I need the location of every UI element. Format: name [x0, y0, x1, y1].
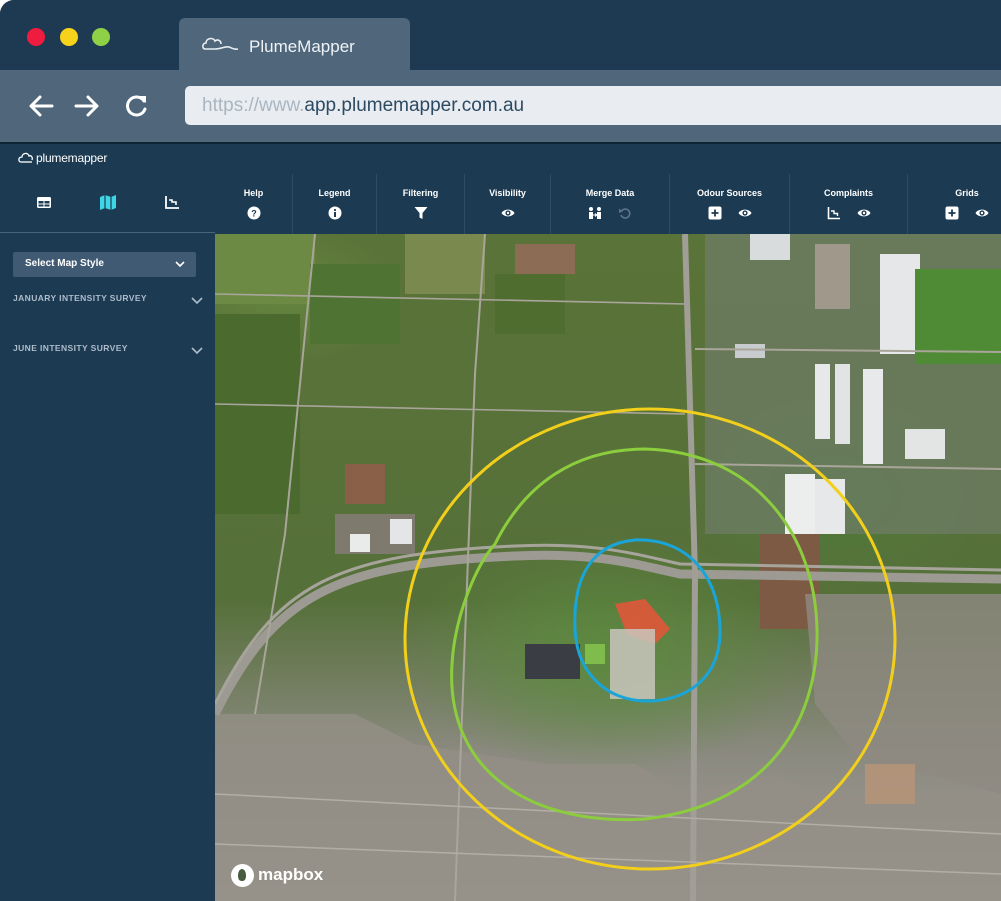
- building: [815, 244, 850, 309]
- building: [735, 344, 765, 358]
- minimize-window-button[interactable]: [60, 28, 78, 46]
- facility-building: [585, 644, 605, 664]
- app-header: plumemapper: [0, 144, 1001, 174]
- mapbox-logo-icon: [231, 864, 254, 887]
- building: [835, 364, 850, 444]
- field: [495, 274, 565, 334]
- merge-icon[interactable]: [588, 206, 602, 220]
- field: [405, 234, 485, 294]
- browser-tab[interactable]: PlumeMapper: [179, 18, 410, 70]
- url-text: https://www.app.plumemapper.com.au: [202, 95, 524, 117]
- tool-label: Odour Sources: [696, 188, 762, 198]
- solar-array: [525, 644, 580, 679]
- eye-icon[interactable]: [501, 206, 515, 220]
- sidebar: Select Map Style JANUARY INTENSITY SURVE…: [0, 174, 215, 901]
- building: [815, 479, 845, 534]
- info-icon[interactable]: [328, 206, 342, 220]
- tool-label: Visibility: [489, 188, 526, 198]
- survey-june[interactable]: JUNE INTENSITY SURVEY: [13, 343, 203, 363]
- help-icon[interactable]: ?: [247, 206, 261, 220]
- map-toolbar: Help ? Legend Filtering Visibility Merge…: [215, 174, 1001, 234]
- filter-icon[interactable]: [414, 206, 428, 220]
- svg-text:?: ?: [251, 209, 257, 219]
- close-window-button[interactable]: [27, 28, 45, 46]
- tool-grids: Grids: [908, 174, 1001, 234]
- browser-window: PlumeMapper https://www.app.plumemapper.…: [0, 0, 1001, 901]
- chevron-down-icon[interactable]: [191, 347, 203, 355]
- plume-cloud-icon: [202, 37, 239, 51]
- undo-icon[interactable]: [618, 206, 632, 220]
- tool-label: Complaints: [823, 188, 873, 198]
- survey-label: JANUARY INTENSITY SURVEY: [13, 293, 147, 303]
- survey-label: JUNE INTENSITY SURVEY: [13, 343, 128, 353]
- url-prefix: https://www.: [202, 95, 305, 116]
- survey-january[interactable]: JANUARY INTENSITY SURVEY: [13, 293, 203, 313]
- eye-icon[interactable]: [738, 206, 752, 220]
- field: [345, 464, 385, 504]
- eye-icon[interactable]: [975, 206, 989, 220]
- tool-label: Grids: [955, 188, 979, 198]
- add-icon[interactable]: [708, 206, 722, 220]
- building: [863, 369, 883, 464]
- tab-title: PlumeMapper: [249, 37, 355, 56]
- logo-text: plumemapper: [36, 151, 108, 165]
- tool-label: Filtering: [402, 188, 439, 198]
- field: [865, 764, 915, 804]
- tool-complaints: Complaints: [790, 174, 908, 234]
- tool-visibility: Visibility: [465, 174, 551, 234]
- building: [390, 519, 412, 544]
- table-icon[interactable]: [35, 193, 53, 211]
- field: [215, 314, 300, 514]
- map-icon[interactable]: [99, 193, 117, 211]
- chevron-down-icon: [175, 261, 185, 268]
- tool-filtering: Filtering: [377, 174, 465, 234]
- facility-building: [610, 629, 655, 699]
- navigation-bar: https://www.app.plumemapper.com.au: [0, 70, 1001, 142]
- building: [785, 474, 815, 534]
- title-bar: PlumeMapper: [0, 0, 1001, 70]
- sidebar-tabs: [0, 174, 215, 233]
- field: [915, 269, 1001, 364]
- forward-arrow-icon[interactable]: [72, 92, 102, 120]
- back-arrow-icon[interactable]: [26, 92, 56, 120]
- field: [515, 244, 575, 274]
- tool-odour-sources: Odour Sources: [670, 174, 790, 234]
- maximize-window-button[interactable]: [92, 28, 110, 46]
- eye-icon[interactable]: [857, 206, 871, 220]
- mapbox-text: mapbox: [258, 865, 324, 884]
- chart-icon[interactable]: [827, 206, 841, 220]
- add-icon[interactable]: [945, 206, 959, 220]
- tool-merge-data: Merge Data: [551, 174, 670, 234]
- field: [310, 264, 400, 344]
- tool-label: Help: [243, 188, 264, 198]
- tool-legend: Legend: [293, 174, 377, 234]
- url-domain: app.plumemapper.com.au: [304, 95, 525, 116]
- building: [350, 534, 370, 552]
- map-style-label: Select Map Style: [25, 258, 104, 269]
- building: [905, 429, 945, 459]
- reload-icon[interactable]: [122, 92, 152, 120]
- satellite-map: [215, 234, 1001, 901]
- building: [815, 364, 830, 439]
- map-canvas[interactable]: mapbox: [215, 234, 1001, 901]
- building: [880, 254, 920, 354]
- tool-label: Merge Data: [585, 188, 635, 198]
- chart-icon[interactable]: [163, 193, 181, 211]
- field: [215, 234, 315, 304]
- address-bar[interactable]: https://www.app.plumemapper.com.au: [185, 86, 1001, 125]
- tool-help: Help ?: [215, 174, 293, 234]
- building: [750, 234, 790, 260]
- map-style-select[interactable]: Select Map Style: [13, 252, 196, 277]
- tool-label: Legend: [318, 188, 351, 198]
- plume-logo-icon: [18, 152, 33, 163]
- chevron-down-icon[interactable]: [191, 297, 203, 305]
